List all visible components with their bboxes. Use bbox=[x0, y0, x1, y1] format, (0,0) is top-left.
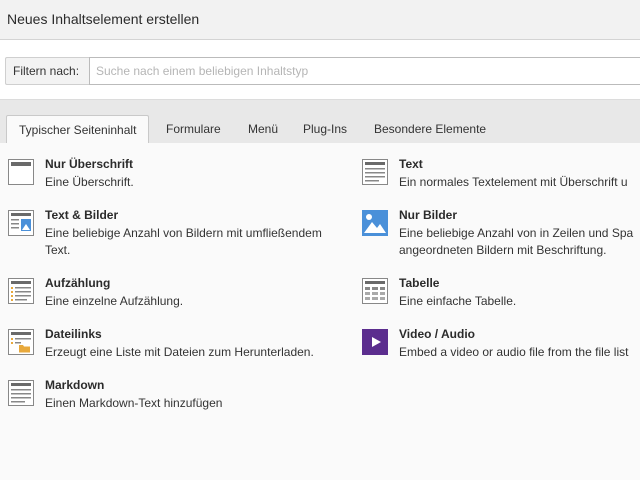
element-title: Nur Überschrift bbox=[45, 157, 134, 171]
element-description: Einen Markdown-Text hinzufügen bbox=[45, 396, 223, 410]
table-icon bbox=[362, 278, 388, 304]
filter-bar: Filtern nach: bbox=[0, 40, 640, 100]
tab-besondere-elemente[interactable]: Besondere Elemente bbox=[362, 115, 498, 143]
element-title: Dateilinks bbox=[45, 327, 102, 341]
element-title: Video / Audio bbox=[399, 327, 476, 341]
element-video-audio[interactable]: Video / Audio Embed a video or audio fil… bbox=[362, 327, 640, 363]
text-images-icon bbox=[8, 210, 34, 236]
description-line: Eine beliebige Anzahl von in Zeilen und … bbox=[399, 226, 634, 240]
element-description: Eine Überschrift. bbox=[45, 175, 134, 189]
element-description: Embed a video or audio file from the fil… bbox=[399, 345, 629, 359]
tab-menu[interactable]: Menü bbox=[236, 115, 290, 143]
element-title: Tabelle bbox=[399, 276, 440, 290]
tab-plug-ins[interactable]: Plug-Ins bbox=[291, 115, 359, 143]
element-bullet-list[interactable]: Aufzählung Eine einzelne Aufzählung. bbox=[8, 276, 338, 312]
content-element-list: Nur Überschrift Eine Überschrift. Text E… bbox=[0, 143, 640, 480]
element-description: Eine beliebige Anzahl von in Zeilen und … bbox=[399, 225, 633, 259]
tab-typischer-seiteninhalt[interactable]: Typischer Seiteninhalt bbox=[6, 115, 150, 144]
element-description: Erzeugt eine Liste mit Dateien zum Herun… bbox=[45, 345, 314, 359]
tab-strip: Typischer Seiteninhalt Formulare Menü Pl… bbox=[0, 100, 640, 144]
dialog-title: Neues Inhaltselement erstellen bbox=[7, 11, 200, 27]
tab-formulare[interactable]: Formulare bbox=[154, 115, 233, 143]
bullet-list-icon bbox=[8, 278, 34, 304]
header-only-icon bbox=[8, 159, 34, 185]
element-table[interactable]: Tabelle Eine einfache Tabelle. bbox=[362, 276, 640, 312]
text-icon bbox=[362, 159, 388, 185]
filter-label: Filtern nach: bbox=[5, 57, 89, 85]
element-file-links[interactable]: Dateilinks Erzeugt eine Liste mit Dateie… bbox=[8, 327, 338, 363]
search-input[interactable] bbox=[89, 57, 640, 85]
markdown-icon bbox=[8, 380, 34, 406]
element-description: Eine einzelne Aufzählung. bbox=[45, 294, 184, 308]
video-audio-icon bbox=[362, 329, 388, 355]
file-links-icon bbox=[8, 329, 34, 355]
element-description: Ein normales Textelement mit Überschrift… bbox=[399, 175, 628, 189]
description-line: Text. bbox=[45, 243, 71, 257]
element-markdown[interactable]: Markdown Einen Markdown-Text hinzufügen bbox=[8, 378, 338, 414]
element-title: Markdown bbox=[45, 378, 105, 392]
element-title: Text & Bilder bbox=[45, 208, 119, 222]
element-description: Eine einfache Tabelle. bbox=[399, 294, 517, 308]
description-line: angeordneten Bildern mit Beschriftung. bbox=[399, 243, 607, 257]
description-line: Eine beliebige Anzahl von Bildern mit um… bbox=[45, 226, 322, 240]
element-description: Eine beliebige Anzahl von Bildern mit um… bbox=[45, 225, 322, 259]
element-text-images[interactable]: Text & Bilder Eine beliebige Anzahl von … bbox=[8, 208, 338, 260]
element-title: Nur Bilder bbox=[399, 208, 458, 222]
element-images-only[interactable]: Nur Bilder Eine beliebige Anzahl von in … bbox=[362, 208, 640, 260]
element-header-only[interactable]: Nur Überschrift Eine Überschrift. bbox=[8, 157, 338, 193]
element-title: Text bbox=[399, 157, 423, 171]
images-only-icon bbox=[362, 210, 388, 236]
dialog-header: Neues Inhaltselement erstellen bbox=[0, 0, 640, 40]
element-text[interactable]: Text Ein normales Textelement mit Übersc… bbox=[362, 157, 640, 193]
element-title: Aufzählung bbox=[45, 276, 111, 290]
